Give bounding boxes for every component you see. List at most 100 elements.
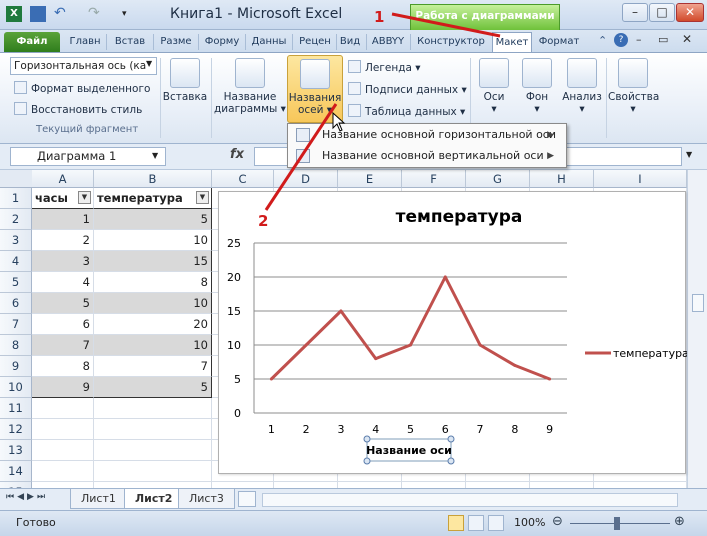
sheet-tab-1[interactable]: Лист1	[70, 489, 127, 509]
sheet-tab-2[interactable]: Лист2	[124, 489, 184, 509]
data-table-button[interactable]: Таблица данных ▾	[348, 104, 465, 118]
insert-function-icon[interactable]: fx	[230, 147, 244, 162]
analysis-button[interactable]: Анализ ▾	[562, 58, 602, 115]
chart-elements-combo[interactable]: Горизонтальная ось (ка	[10, 57, 157, 75]
insert-button[interactable]: Вставка	[162, 58, 208, 103]
zoom-slider-track[interactable]	[570, 523, 670, 524]
format-selection-button[interactable]: Формат выделенного	[14, 81, 150, 95]
table-cell-temperature[interactable]: 10	[94, 293, 212, 314]
background-button[interactable]: Фон ▾	[518, 58, 556, 115]
tab-layout[interactable]: Макет	[492, 32, 532, 53]
table-cell-hours[interactable]: 9	[32, 377, 94, 398]
tab-page-layout[interactable]: Разме	[156, 32, 196, 52]
tab-format[interactable]: Формат	[535, 32, 583, 52]
tab-formulas[interactable]: Форму	[201, 32, 243, 52]
table-cell-hours[interactable]: 8	[32, 356, 94, 377]
column-header-a[interactable]: A	[32, 170, 94, 188]
sheet-tab-3[interactable]: Лист3	[178, 489, 235, 509]
tab-design[interactable]: Конструктор	[413, 32, 489, 52]
table-cell-hours[interactable]: 3	[32, 251, 94, 272]
grid-cell[interactable]	[94, 461, 212, 482]
maximize-button[interactable]: □	[649, 3, 675, 22]
column-header-f[interactable]: F	[402, 170, 466, 188]
row-header-10[interactable]: 10	[0, 377, 32, 398]
insert-sheet-icon[interactable]	[238, 491, 256, 507]
tab-insert[interactable]: Встав	[110, 32, 150, 52]
table-header-hours[interactable]: часы ▼	[32, 188, 94, 209]
customize-toolbar-icon[interactable]: ▾	[122, 6, 138, 22]
chevron-down-icon[interactable]: ▼	[146, 59, 152, 68]
undo-icon[interactable]: ↶	[54, 6, 70, 22]
expand-formula-bar-icon[interactable]: ▼	[686, 150, 692, 159]
chevron-down-icon[interactable]: ▼	[152, 151, 158, 160]
tab-home[interactable]: Главн	[66, 32, 104, 52]
table-cell-hours[interactable]: 5	[32, 293, 94, 314]
menu-item-primary-vertical-axis-title[interactable]: Название основной вертикальной оси ▶	[292, 146, 562, 166]
table-cell-temperature[interactable]: 10	[94, 335, 212, 356]
table-cell-temperature[interactable]: 10	[94, 230, 212, 251]
table-cell-temperature[interactable]: 7	[94, 356, 212, 377]
grid-cell[interactable]	[94, 419, 212, 440]
chart-area[interactable]: температура 0 5 10 15 20 25 1 2 3 4 5 6 7 8 9 температур…	[218, 191, 689, 474]
filter-dropdown-icon[interactable]: ▼	[78, 191, 91, 204]
grid-cell[interactable]	[32, 461, 94, 482]
column-header-g[interactable]: G	[466, 170, 530, 188]
tab-file[interactable]: Файл	[4, 32, 60, 52]
vertical-scrollbar[interactable]	[687, 170, 707, 488]
row-header-13[interactable]: 13	[0, 440, 32, 461]
tab-view[interactable]: Вид	[338, 32, 362, 52]
row-header-14[interactable]: 14	[0, 461, 32, 482]
row-header-4[interactable]: 4	[0, 251, 32, 272]
zoom-in-icon[interactable]: ⊕	[674, 514, 685, 529]
scroll-thumb[interactable]	[692, 294, 704, 312]
table-header-temperature[interactable]: температура ▼	[94, 188, 212, 209]
row-header-5[interactable]: 5	[0, 272, 32, 293]
column-header-i[interactable]: I	[594, 170, 687, 188]
column-header-h[interactable]: H	[530, 170, 594, 188]
horizontal-scrollbar[interactable]	[262, 493, 678, 507]
save-icon[interactable]	[30, 6, 46, 22]
page-break-view-icon[interactable]	[488, 515, 504, 531]
row-header-1[interactable]: 1	[0, 188, 32, 209]
help-icon[interactable]: ?	[614, 33, 628, 47]
grid-cell[interactable]	[94, 440, 212, 461]
properties-button[interactable]: Свойства ▾	[608, 58, 659, 115]
table-cell-temperature[interactable]: 20	[94, 314, 212, 335]
grid-cell[interactable]	[94, 398, 212, 419]
zoom-out-icon[interactable]: ⊖	[552, 514, 563, 529]
chart-title-button[interactable]: Название диаграммы ▾	[214, 58, 286, 115]
table-cell-temperature[interactable]: 15	[94, 251, 212, 272]
column-header-d[interactable]: D	[274, 170, 338, 188]
row-header-11[interactable]: 11	[0, 398, 32, 419]
minimize-button[interactable]: –	[622, 3, 648, 22]
filter-dropdown-icon[interactable]: ▼	[196, 191, 209, 204]
collapse-ribbon-icon[interactable]: ⌃	[598, 34, 607, 47]
grid-cell[interactable]	[32, 440, 94, 461]
table-cell-temperature[interactable]: 5	[94, 377, 212, 398]
table-cell-temperature[interactable]: 5	[94, 209, 212, 230]
data-labels-button[interactable]: Подписи данных ▾	[348, 82, 467, 96]
page-layout-view-icon[interactable]	[468, 515, 484, 531]
axes-button[interactable]: Оси ▾	[476, 58, 512, 115]
tab-abbyy[interactable]: ABBYY	[370, 32, 406, 52]
zoom-slider-thumb[interactable]	[614, 517, 620, 530]
reset-style-button[interactable]: Восстановить стиль	[14, 102, 142, 116]
grid-cell[interactable]	[32, 398, 94, 419]
legend-button[interactable]: Легенда ▾	[348, 60, 421, 74]
table-cell-hours[interactable]: 1	[32, 209, 94, 230]
close-button[interactable]: ✕	[676, 3, 704, 22]
workbook-restore-icon[interactable]: ▭	[658, 33, 668, 46]
name-box[interactable]: Диаграмма 1	[10, 147, 166, 166]
table-cell-hours[interactable]: 4	[32, 272, 94, 293]
row-header-8[interactable]: 8	[0, 335, 32, 356]
row-header-2[interactable]: 2	[0, 209, 32, 230]
row-header-6[interactable]: 6	[0, 293, 32, 314]
table-cell-hours[interactable]: 6	[32, 314, 94, 335]
workbook-close-icon[interactable]: ✕	[682, 32, 692, 46]
row-header-9[interactable]: 9	[0, 356, 32, 377]
row-header-12[interactable]: 12	[0, 419, 32, 440]
column-header-e[interactable]: E	[338, 170, 402, 188]
normal-view-icon[interactable]	[448, 515, 464, 531]
table-cell-temperature[interactable]: 8	[94, 272, 212, 293]
redo-icon[interactable]: ↷	[88, 6, 104, 22]
